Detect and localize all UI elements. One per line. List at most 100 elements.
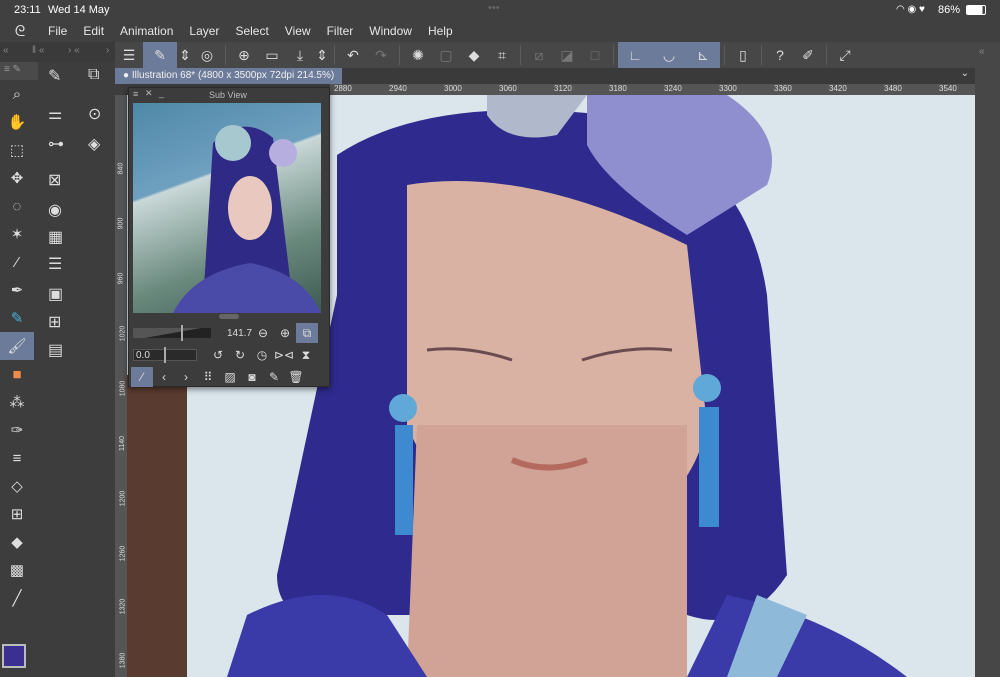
animation-icon[interactable]: ▤ xyxy=(48,340,63,360)
wifi-icon: ◠ ◉ ♥ xyxy=(896,4,925,15)
airbrush-tool-icon[interactable]: ■ xyxy=(0,360,34,388)
menu-help[interactable]: Help xyxy=(420,24,461,38)
figure-tool-icon[interactable]: ╱ xyxy=(0,584,34,612)
invert-selection-icon[interactable]: ◪ xyxy=(553,42,581,68)
loading-icon[interactable]: ✺ xyxy=(404,42,432,68)
chevron-down-icon[interactable]: ⌄ xyxy=(961,68,969,79)
main-color-swatch[interactable] xyxy=(2,644,26,668)
redo-icon[interactable]: ↷ xyxy=(367,42,395,68)
transform-icon[interactable]: ⌗ xyxy=(488,42,516,68)
zoom-slider[interactable] xyxy=(133,325,211,341)
color-slider-icon[interactable]: ◉ xyxy=(48,200,62,220)
magic-wand-icon[interactable]: ✶ xyxy=(0,220,34,248)
brush-size-icon[interactable]: ⊶ xyxy=(48,134,64,154)
previous-icon[interactable]: ‹ xyxy=(153,367,175,387)
device-settings-icon[interactable]: ▯ xyxy=(729,42,757,68)
panel-menu-icon[interactable]: ≡ xyxy=(133,89,138,99)
rotation-slider[interactable]: 0.0 xyxy=(133,347,197,363)
close-icon[interactable]: ✕ xyxy=(145,88,153,99)
menu-select[interactable]: Select xyxy=(227,24,276,38)
save-icon[interactable]: ⤓ xyxy=(286,42,314,68)
undo-icon[interactable]: ↶ xyxy=(339,42,367,68)
pencil-tool-icon[interactable]: ✎ xyxy=(0,304,34,332)
menu-layer[interactable]: Layer xyxy=(181,24,227,38)
brush-tool-icon[interactable]: 🖌 xyxy=(0,332,34,360)
eyedropper-icon[interactable]: ⁄ xyxy=(131,367,153,387)
menu-filter[interactable]: Filter xyxy=(319,24,362,38)
pen-pressure-icon[interactable]: ✐ xyxy=(794,42,822,68)
zoom-out-icon[interactable]: ⊖ xyxy=(252,323,274,343)
grid-icon[interactable]: ⠿ xyxy=(197,367,219,387)
edit-mode-icon[interactable]: ✎ xyxy=(143,42,177,68)
selection-border-icon[interactable]: □ xyxy=(581,42,609,68)
move-tool-icon[interactable]: ✥ xyxy=(0,164,34,192)
collapse-icon[interactable]: ‖ « xyxy=(32,45,44,56)
pen-tool-icon[interactable]: ✒ xyxy=(0,276,34,304)
grid-snap-icon[interactable]: ⊾ xyxy=(686,42,720,68)
history-icon[interactable]: ☰ xyxy=(48,254,62,274)
fit-view-icon[interactable]: ⧉ xyxy=(296,323,319,343)
menu-animation[interactable]: Animation xyxy=(112,24,181,38)
companion-icon[interactable]: ◎ xyxy=(193,42,221,68)
line-tool-icon[interactable]: ≡ xyxy=(0,444,34,472)
tool-property-icon[interactable]: ⚌ xyxy=(48,104,62,124)
flip-vertical-icon[interactable]: ⧗ xyxy=(295,345,317,365)
deselect-icon[interactable]: ⧄ xyxy=(525,42,553,68)
clear-icon[interactable]: ▢ xyxy=(432,42,460,68)
reference-image[interactable] xyxy=(133,103,321,313)
fullscreen-icon[interactable]: ⤢ xyxy=(831,42,859,68)
help-icon[interactable]: ? xyxy=(766,42,794,68)
frame-tool-icon[interactable]: ⊞ xyxy=(0,500,34,528)
rotate-right-icon[interactable]: ↻ xyxy=(229,345,251,365)
import-image-icon[interactable]: ▨ xyxy=(219,367,241,387)
resize-handle[interactable] xyxy=(219,314,239,319)
material-icon[interactable]: ▣ xyxy=(48,284,63,304)
menu-file[interactable]: File xyxy=(40,24,75,38)
tool-panel-menu-icon[interactable]: ≡ ✎ xyxy=(0,62,38,80)
lasso-tool-icon[interactable]: ◌ xyxy=(0,192,34,220)
edit-icon[interactable]: ✎ xyxy=(263,367,285,387)
color-wheel-icon[interactable]: ⊠ xyxy=(48,170,61,190)
hand-tool-icon[interactable]: ✋ xyxy=(0,108,34,136)
open-folder-icon[interactable]: ▭ xyxy=(258,42,286,68)
minimize-icon[interactable]: _ xyxy=(159,88,164,98)
zoom-in-icon[interactable]: ⊕ xyxy=(274,323,296,343)
special-ruler-snap-icon[interactable]: ◡ xyxy=(652,42,686,68)
fill-tool-icon[interactable]: ◆ xyxy=(0,528,34,556)
expand-right-icon[interactable]: › xyxy=(106,45,109,56)
updown-icon-2[interactable]: ⇕ xyxy=(314,42,330,68)
camera-icon[interactable]: ◙ xyxy=(241,367,263,387)
ruler-snap-icon[interactable]: ∟ xyxy=(618,42,652,68)
trash-icon[interactable]: 🗑 xyxy=(285,367,307,387)
object-tool-icon[interactable]: ⬚ xyxy=(0,136,34,164)
navigator-icon[interactable]: ⊙ xyxy=(88,104,101,124)
collapse-right-icon[interactable]: « xyxy=(979,46,985,57)
rotate-left-icon[interactable]: ↺ xyxy=(207,345,229,365)
updown-icon[interactable]: ⇕ xyxy=(177,42,193,68)
clip-studio-logo-icon[interactable]: ᘓ xyxy=(0,23,40,40)
menu-view[interactable]: View xyxy=(277,24,319,38)
new-file-icon[interactable]: ⊕ xyxy=(230,42,258,68)
decoration-tool-icon[interactable]: ⁂ xyxy=(0,388,34,416)
multitask-dots-icon[interactable]: ••• xyxy=(488,2,500,14)
expand-icon[interactable]: › « xyxy=(68,45,80,56)
layer-icon[interactable]: ⧉ xyxy=(88,66,99,84)
reset-rotation-icon[interactable]: ◷ xyxy=(251,345,273,365)
timeline-icon[interactable]: ⊞ xyxy=(48,312,61,332)
zoom-tool-icon[interactable]: ⌕ xyxy=(0,80,34,108)
next-icon[interactable]: › xyxy=(175,367,197,387)
collapse-left-icon[interactable]: « xyxy=(3,45,9,56)
tab-illustration[interactable]: ● Illustration 68* (4800 x 3500px 72dpi … xyxy=(115,68,343,84)
eyedropper-icon[interactable]: ⁄ xyxy=(0,248,34,276)
menu-window[interactable]: Window xyxy=(361,24,420,38)
eraser-tool-icon[interactable]: ◇ xyxy=(0,472,34,500)
menu-edit[interactable]: Edit xyxy=(75,24,112,38)
blend-tool-icon[interactable]: ✑ xyxy=(0,416,34,444)
color-set-icon[interactable]: ▦ xyxy=(48,227,63,247)
gradient-tool-icon[interactable]: ▩ xyxy=(0,556,34,584)
hamburger-menu-icon[interactable]: ☰ xyxy=(115,42,143,68)
layer-property-icon[interactable]: ◈ xyxy=(88,134,100,154)
fill-icon[interactable]: ◆ xyxy=(460,42,488,68)
sub-tool-icon[interactable]: ✎ xyxy=(48,66,61,86)
flip-horizontal-icon[interactable]: ⊳⊲ xyxy=(273,345,295,365)
